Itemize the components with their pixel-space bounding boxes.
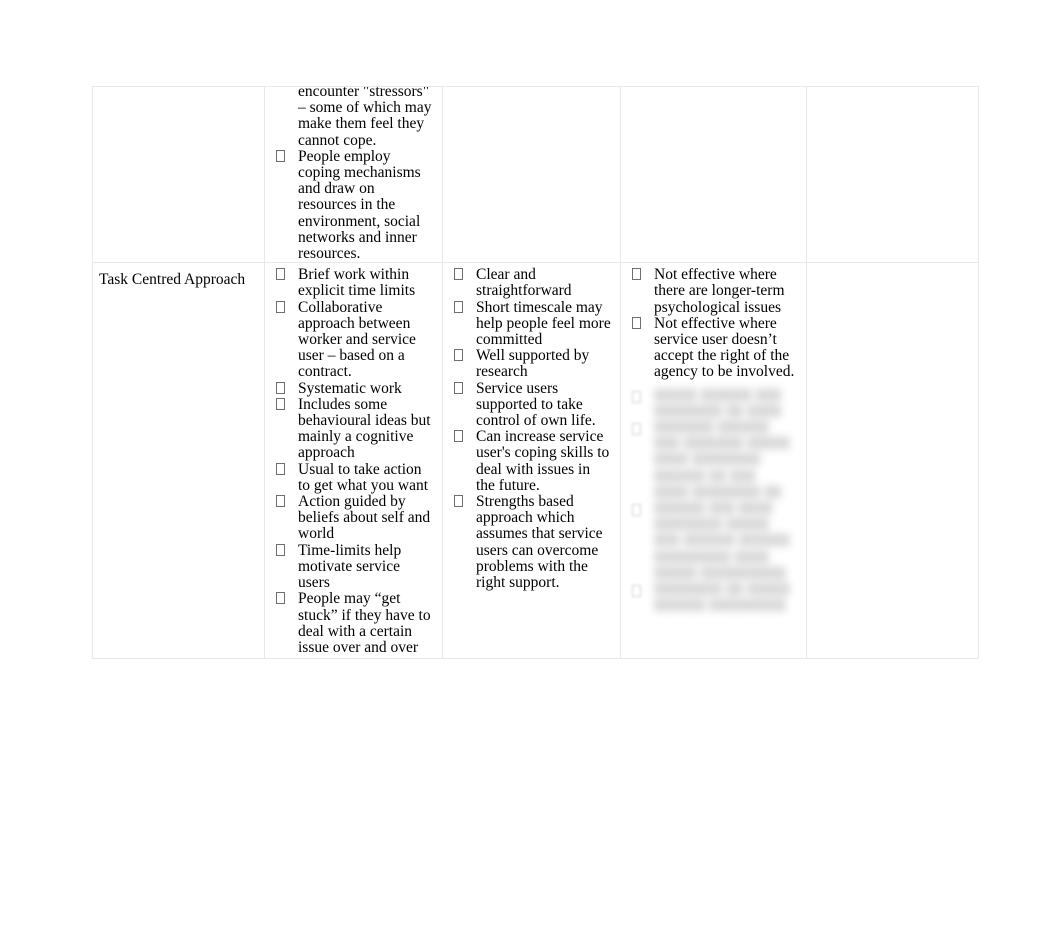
- square-bullet-icon: [276, 543, 285, 556]
- square-bullet-icon: [454, 430, 463, 443]
- list-item-text: People may “get stuck” if they have to d…: [298, 590, 431, 656]
- description-bullet-list-previous: People employ coping mechanisms and draw…: [271, 147, 434, 263]
- list-item: Short timescale may help people feel mor…: [449, 298, 612, 349]
- square-bullet-icon: [632, 268, 641, 281]
- list-item-text: Short timescale may help people feel mor…: [476, 298, 611, 349]
- square-bullet-icon: [276, 300, 285, 313]
- continuation-text: encounter "stressors" – some of which ma…: [298, 86, 432, 149]
- list-item: People employ coping mechanisms and draw…: [271, 147, 434, 263]
- approach-name: Task Centred Approach: [99, 271, 246, 289]
- strengths-previous: [444, 88, 620, 91]
- cell-limitations-task-centred: Not effective where there are longer-ter…: [620, 262, 807, 660]
- other-previous: [808, 88, 978, 91]
- cell-other-previous: [806, 85, 979, 264]
- list-item: Brief work within explicit time limits: [271, 267, 434, 299]
- list-item: Can increase service user's coping skill…: [449, 429, 612, 494]
- list-item-text: Can increase service user's coping skill…: [476, 428, 610, 494]
- list-item-text: People employ coping mechanisms and draw…: [298, 147, 421, 263]
- cell-approach-previous: [92, 85, 265, 264]
- list-item: Systematic work: [271, 379, 434, 397]
- list-item-text: Not effective where there are longer-ter…: [654, 266, 785, 316]
- list-item: Service users supported to take control …: [449, 379, 612, 430]
- table-row: Task Centred Approach Brief work within …: [92, 262, 979, 660]
- list-item: Collaborative approach between worker an…: [271, 298, 434, 381]
- list-item-text: Time-limits help motivate service users: [298, 541, 402, 592]
- limitations-bullet-list: Not effective where there are longer-ter…: [627, 267, 798, 380]
- redacted-blurred-text-block: ▮▮▮▮▮ ▮▮▮▮▮▮ ▮▮▮ ▮▮▮▮▮▮▮▮ ▮▮ ▮▮▮▮ ▮▮▮▮▮▮…: [627, 385, 798, 614]
- square-bullet-icon: [276, 381, 285, 394]
- list-item-text: Brief work within explicit time limits: [298, 266, 416, 300]
- square-bullet-icon: [454, 300, 463, 313]
- cell-other-task-centred: [806, 262, 979, 660]
- square-bullet-icon: [276, 495, 285, 508]
- approaches-comparison-table: encounter "stressors" – some of which ma…: [92, 85, 979, 660]
- document-page: encounter "stressors" – some of which ma…: [0, 0, 1062, 935]
- square-bullet-icon: [454, 381, 463, 394]
- cell-strengths-task-centred: Clear and straightforward Short timescal…: [442, 262, 621, 660]
- description-bullet-list: Brief work within explicit time limits C…: [271, 267, 434, 656]
- list-item-text: Strengths based approach which assumes t…: [476, 493, 603, 592]
- list-item-text: Collaborative approach between worker an…: [298, 298, 416, 381]
- square-bullet-icon: [276, 462, 285, 475]
- cell-approach-task-centred: Task Centred Approach: [92, 262, 265, 660]
- list-item: Not effective where service user doesn’t…: [627, 314, 798, 381]
- list-item-text: Not effective where service user doesn’t…: [654, 314, 795, 381]
- cell-limitations-previous: [620, 85, 807, 264]
- list-item-text: Clear and straightforward: [476, 266, 572, 300]
- square-bullet-icon: [454, 495, 463, 508]
- square-bullet-icon: [276, 268, 285, 281]
- list-item: Not effective where there are longer-ter…: [627, 267, 798, 316]
- cell-strengths-previous: [442, 85, 621, 264]
- square-bullet-icon: [454, 268, 463, 281]
- redacted-text: ▮▮▮▮▮ ▮▮▮▮▮▮ ▮▮▮ ▮▮▮▮▮▮▮▮ ▮▮ ▮▮▮▮ ▮▮▮▮▮▮…: [654, 385, 790, 614]
- square-bullet-icon: [276, 397, 285, 410]
- list-item-text: Includes some behavioural ideas but main…: [298, 395, 431, 462]
- square-bullet-icon: [632, 584, 641, 597]
- list-item-text: Systematic work: [298, 379, 402, 397]
- list-item: Clear and straightforward: [449, 267, 612, 299]
- table-row: encounter "stressors" – some of which ma…: [92, 85, 979, 264]
- cell-description-previous: encounter "stressors" – some of which ma…: [264, 85, 443, 264]
- square-bullet-icon: [632, 316, 641, 329]
- other-task-centred: [808, 264, 978, 268]
- list-item: People may “get stuck” if they have to d…: [271, 591, 434, 656]
- list-item: Strengths based approach which assumes t…: [449, 493, 612, 592]
- square-bullet-icon: [632, 390, 641, 403]
- redacted-bullet-column: [627, 387, 654, 614]
- limitations-previous: [622, 88, 806, 91]
- cell-description-task-centred: Brief work within explicit time limits C…: [264, 262, 443, 660]
- approach-name-previous: [94, 88, 264, 96]
- list-item: Well supported by research: [449, 348, 612, 380]
- list-item-text: Service users supported to take control …: [476, 379, 596, 430]
- square-bullet-icon: [276, 592, 285, 605]
- list-item: Usual to take action to get what you wan…: [271, 460, 434, 494]
- list-item-text: Usual to take action to get what you wan…: [298, 460, 429, 494]
- square-bullet-icon: [276, 149, 285, 162]
- list-item: Includes some behavioural ideas but main…: [271, 395, 434, 462]
- square-bullet-icon: [454, 349, 463, 362]
- square-bullet-icon: [632, 422, 641, 435]
- list-item-text: Well supported by research: [476, 347, 590, 381]
- strengths-bullet-list: Clear and straightforward Short timescal…: [449, 267, 612, 591]
- list-item: Time-limits help motivate service users: [271, 541, 434, 592]
- list-item-text: Action guided by beliefs about self and …: [298, 493, 431, 543]
- square-bullet-icon: [632, 503, 641, 516]
- list-item: Action guided by beliefs about self and …: [271, 493, 434, 543]
